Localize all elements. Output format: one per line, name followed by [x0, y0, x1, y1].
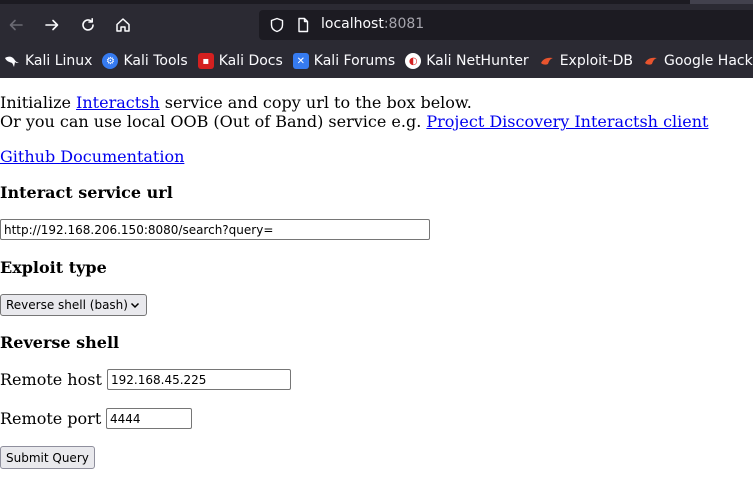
back-arrow-icon — [9, 19, 23, 31]
bookmark-kali-forums[interactable]: ✕ Kali Forums — [292, 48, 395, 74]
url-port: :8081 — [383, 16, 425, 32]
kali-docs-icon: ▪ — [197, 53, 214, 69]
tab-strip — [0, 0, 753, 4]
forward-arrow-icon — [45, 19, 59, 31]
nethunter-icon: ◐ — [405, 53, 422, 69]
browser-tab[interactable] — [690, 0, 753, 4]
reload-icon — [82, 18, 94, 31]
interact-service-heading: Interact service url — [0, 183, 173, 202]
bookmark-google-hacking[interactable]: Google Hacking — [643, 48, 753, 74]
forward-button[interactable] — [39, 12, 65, 38]
bookmark-kali-nethunter[interactable]: ◐ Kali NetHunter — [405, 48, 529, 74]
remote-port-label: Remote port — [0, 409, 102, 428]
exploit-type-selected: Reverse shell (bash) — [6, 298, 128, 312]
interactsh-link[interactable]: Interactsh — [76, 93, 160, 112]
bookmark-kali-tools[interactable]: ⚙ Kali Tools — [102, 48, 188, 74]
exploit-type-heading: Exploit type — [0, 258, 107, 277]
reverse-shell-heading: Reverse shell — [0, 333, 120, 352]
bookmark-exploit-db[interactable]: Exploit-DB — [539, 48, 633, 74]
interact-url-input[interactable] — [0, 219, 430, 240]
intro-text: Initialize Interactsh service and copy u… — [0, 93, 709, 131]
bookmark-kali-docs[interactable]: ▪ Kali Docs — [197, 48, 283, 74]
kali-tools-icon: ⚙ — [102, 53, 119, 69]
remote-port-input[interactable] — [106, 408, 192, 429]
submit-query-button[interactable]: Submit Query — [0, 446, 95, 469]
chevron-down-icon — [130, 302, 140, 309]
address-bar[interactable]: localhost:8081 — [259, 10, 753, 40]
remote-host-input[interactable] — [107, 369, 291, 390]
page-info-icon[interactable] — [295, 17, 311, 33]
bookmarks-toolbar: Kali Linux ⚙ Kali Tools ▪ Kali Docs ✕ Ka… — [0, 48, 753, 74]
project-discovery-link[interactable]: Project Discovery Interactsh client — [426, 112, 708, 131]
remote-host-label: Remote host — [0, 370, 102, 389]
bookmark-kali-linux[interactable]: Kali Linux — [4, 48, 92, 74]
reload-button[interactable] — [75, 12, 101, 38]
kali-dragon-icon — [4, 53, 20, 69]
back-button[interactable] — [3, 12, 29, 38]
ghdb-icon — [643, 53, 659, 69]
github-documentation-link[interactable]: Github Documentation — [0, 147, 184, 166]
exploit-type-select[interactable]: Reverse shell (bash) — [0, 294, 147, 316]
home-icon — [116, 18, 130, 32]
url-text[interactable]: localhost:8081 — [321, 16, 424, 32]
home-button[interactable] — [110, 12, 136, 38]
url-host: localhost — [321, 16, 384, 32]
tracking-shield-icon[interactable] — [269, 17, 285, 33]
kali-forums-icon: ✕ — [292, 53, 309, 69]
browser-chrome: localhost:8081 Kali Linux ⚙ Kali Tools ▪… — [0, 0, 753, 78]
exploit-db-icon — [539, 53, 555, 69]
